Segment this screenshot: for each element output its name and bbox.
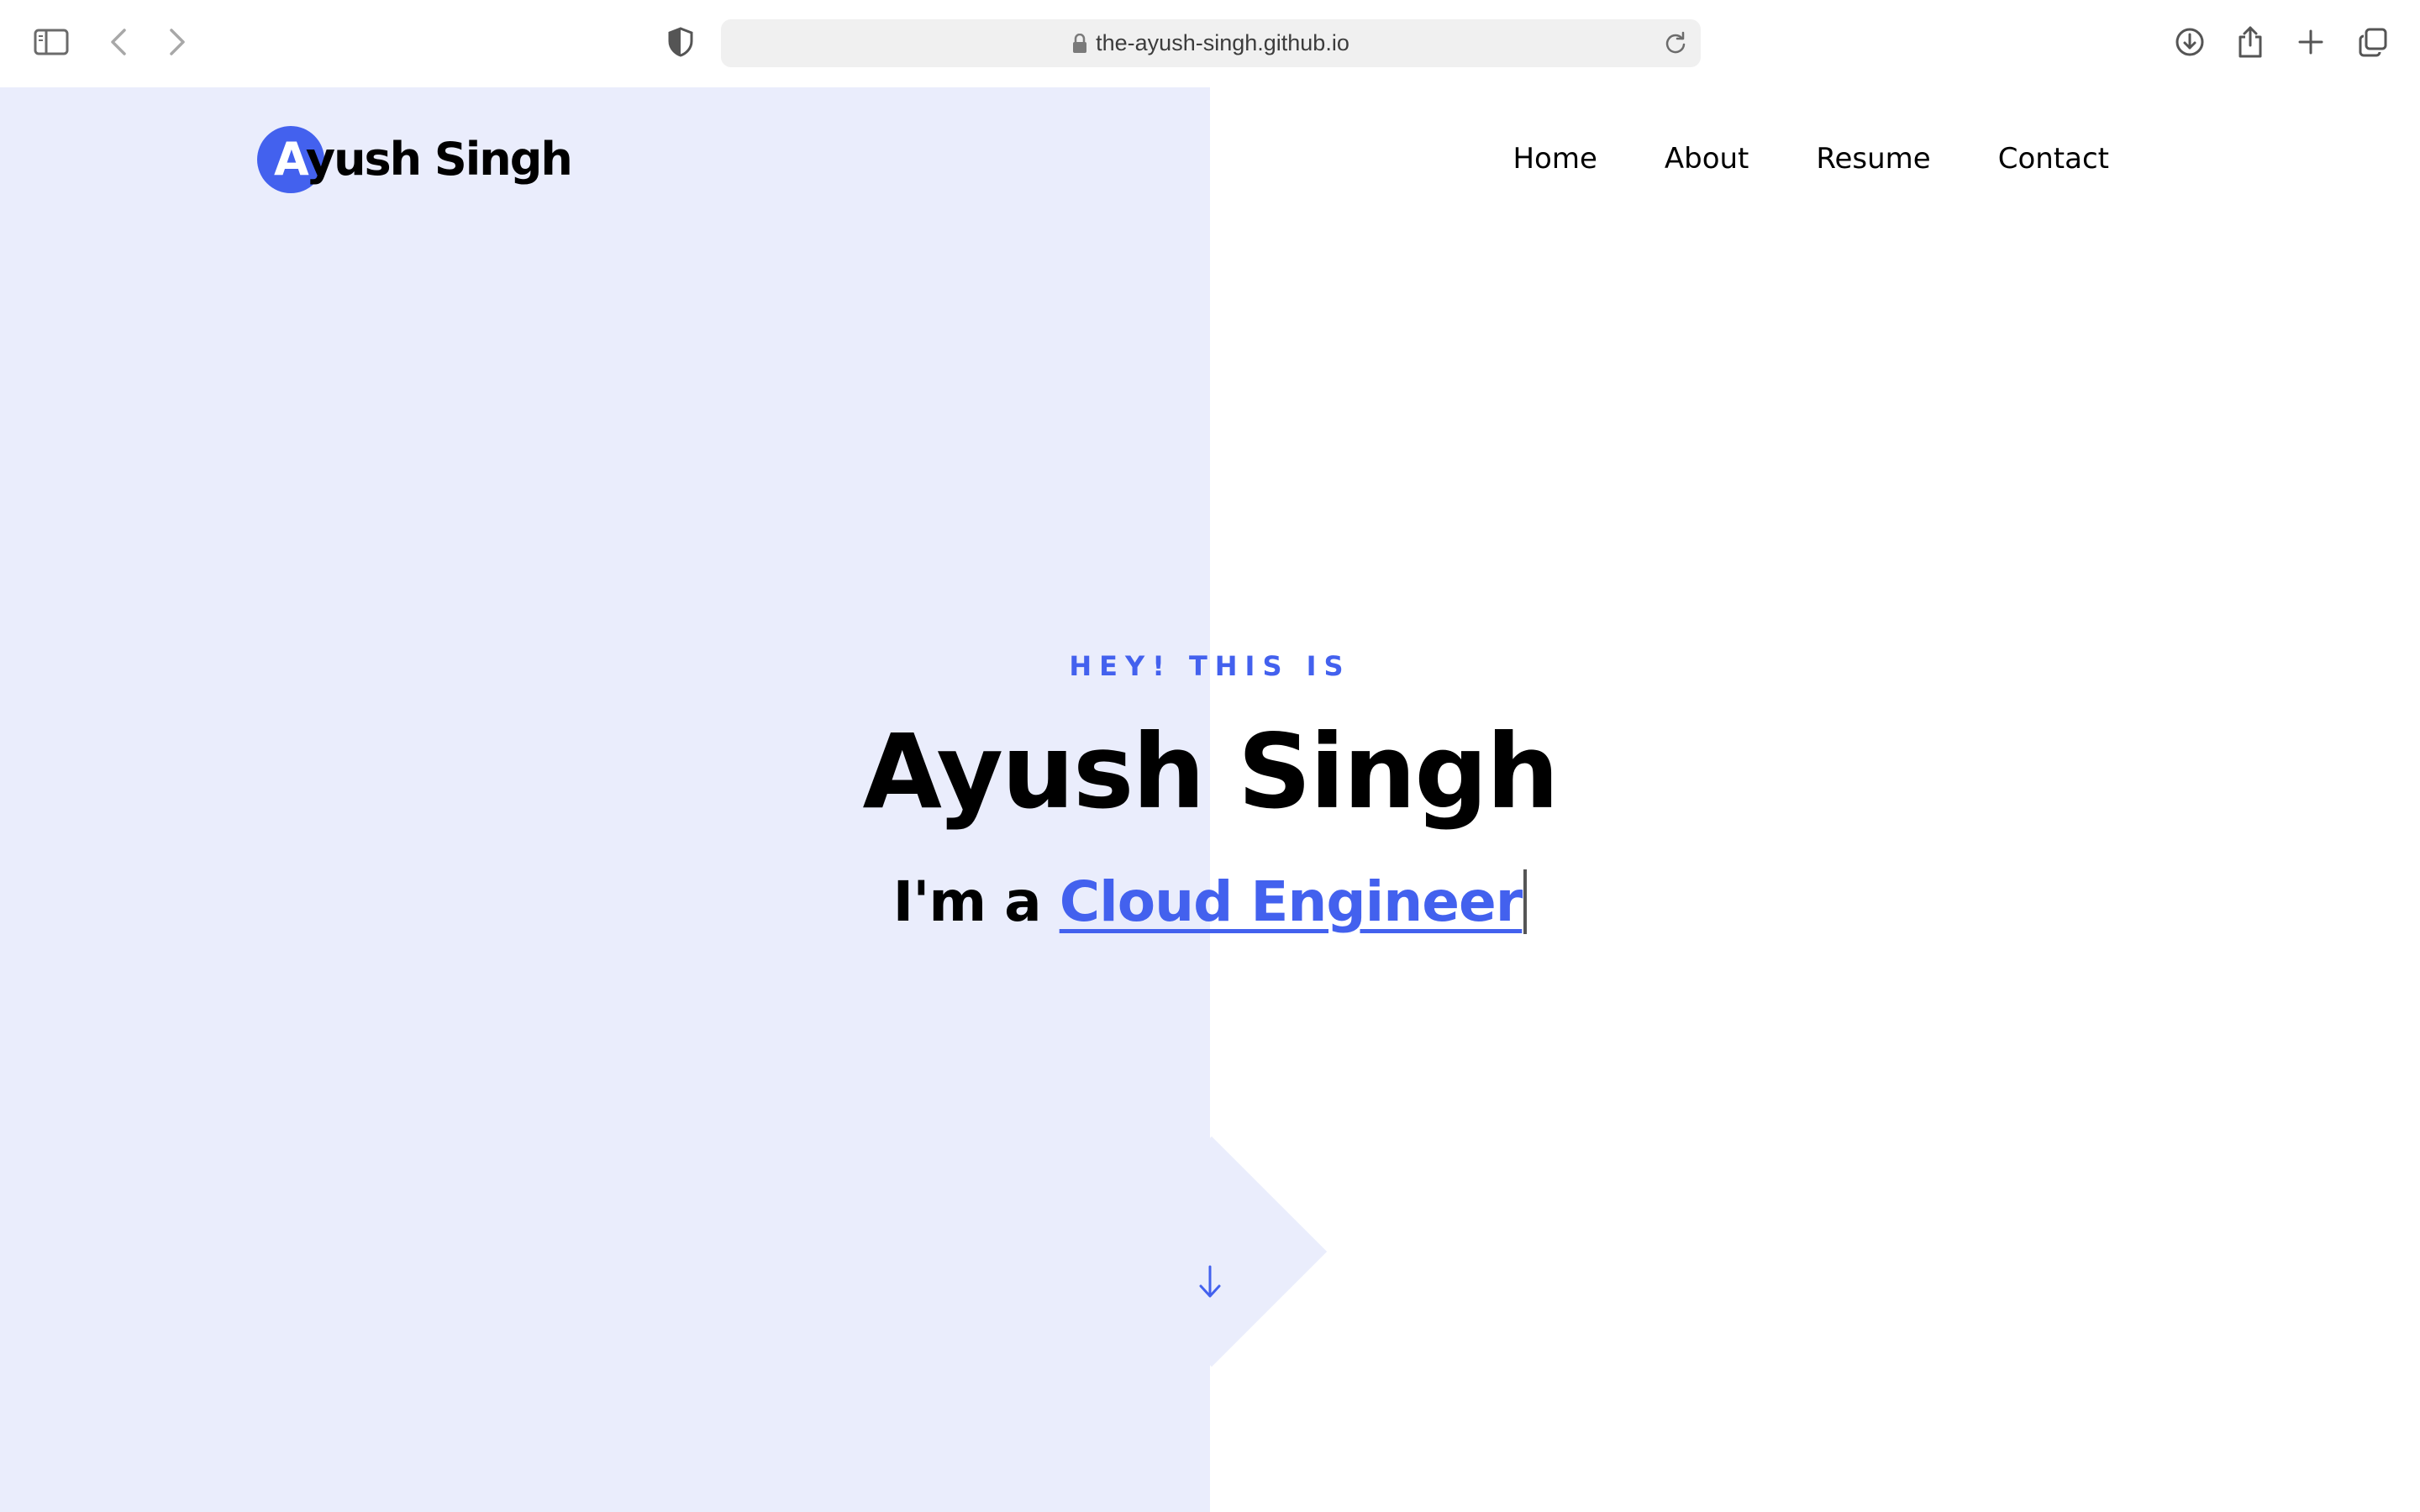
webpage: Ayush Singh Home About Resume Contact HE… xyxy=(0,87,2420,1512)
plus-icon[interactable] xyxy=(2287,18,2334,66)
chevron-left-icon[interactable] xyxy=(95,18,142,66)
shield-icon[interactable] xyxy=(657,18,704,66)
lock-icon xyxy=(1072,33,1087,54)
tagline-prefix: I'm a xyxy=(892,869,1060,934)
nav-home[interactable]: Home xyxy=(1512,138,1597,180)
nav-contact[interactable]: Contact xyxy=(1998,138,2109,180)
tabs-overview-icon[interactable] xyxy=(2349,18,2396,66)
hero-eyebrow: HEY! THIS IS xyxy=(1069,650,1351,682)
nav-resume[interactable]: Resume xyxy=(1816,138,1930,180)
chevron-right-icon[interactable] xyxy=(154,18,201,66)
url-text: the-ayush-singh.github.io xyxy=(1096,30,1349,55)
sidebar-icon[interactable] xyxy=(28,18,75,66)
logo-text: Ayush Singh xyxy=(257,124,573,195)
share-icon[interactable] xyxy=(2227,18,2274,66)
site-logo[interactable]: Ayush Singh xyxy=(257,124,573,195)
tagline-role: Cloud Engineer xyxy=(1059,869,1528,934)
logo-first-letter: A xyxy=(274,133,308,186)
hero-tagline: I'm a Cloud Engineer xyxy=(0,860,2420,944)
reload-icon[interactable] xyxy=(1660,28,1691,58)
nav-about[interactable]: About xyxy=(1665,138,1749,180)
main-nav: Home About Resume Contact xyxy=(1512,138,2109,180)
hero-name: Ayush Singh xyxy=(862,712,1559,832)
logo-rest: yush Singh xyxy=(305,133,573,186)
address-bar[interactable]: the-ayush-singh.github.io xyxy=(721,19,1701,67)
download-icon[interactable] xyxy=(2166,18,2213,66)
arrow-down-icon[interactable] xyxy=(1193,1262,1227,1302)
browser-toolbar: the-ayush-singh.github.io xyxy=(0,0,2420,87)
